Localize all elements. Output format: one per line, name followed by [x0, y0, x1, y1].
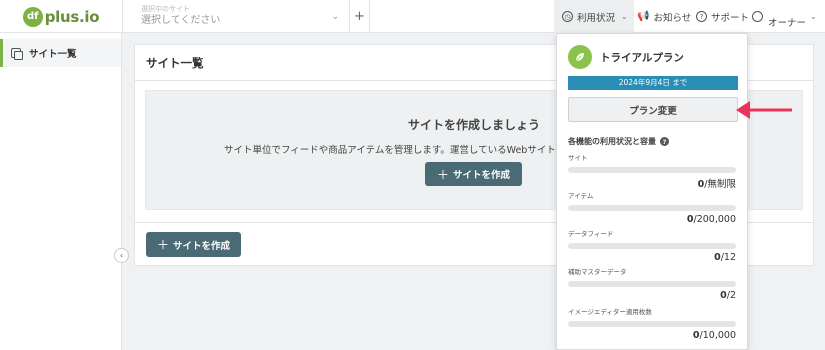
site-selector[interactable]: 選択中のサイト 選択してください ⌄: [122, 0, 350, 33]
metric-label: イメージエディター適用枚数: [568, 308, 652, 316]
plan-expiry: 2024年9月4日 まで: [568, 76, 738, 90]
create-site-button-label: サイトを作成: [453, 170, 511, 181]
metric-count: 0/2: [720, 290, 736, 301]
metric-master-data: 補助マスターデータ 0/2: [568, 266, 738, 301]
metric-count: 0/200,000: [686, 214, 736, 225]
notice-menu-button[interactable]: 📢 お知らせ: [637, 0, 691, 33]
chevron-left-icon: ‹: [119, 251, 124, 260]
sidebar-item-label: サイト一覧: [29, 49, 77, 60]
plan-header: トライアルプラン: [568, 45, 684, 69]
support-menu-button[interactable]: ? サポート: [696, 0, 749, 33]
usage-menu-button[interactable]: ◷ 利用状況 ⌄: [554, 0, 634, 33]
usage-progress-bar: [568, 243, 736, 249]
create-site-button-bottom[interactable]: ＋ サイトを作成: [146, 232, 241, 257]
metric-count: 0/10,000: [692, 330, 736, 341]
metric-label: データフィード: [568, 230, 614, 238]
sidebar-collapse-button[interactable]: ‹: [114, 248, 129, 263]
help-icon: ?: [696, 11, 707, 22]
support-menu-label: サポート: [711, 12, 750, 24]
notice-menu-label: お知らせ: [653, 12, 692, 24]
metric-label: 補助マスターデータ: [568, 268, 627, 276]
usage-progress-bar: [568, 167, 736, 173]
leaf-icon: [568, 45, 592, 69]
page-title: サイト一覧: [146, 56, 204, 70]
site-selector-value: 選択してください: [141, 15, 221, 26]
logo[interactable]: df plus.io: [0, 0, 122, 33]
usage-menu-label: 利用状況: [577, 12, 616, 24]
empty-state-title: サイトを作成しましょう: [408, 118, 541, 132]
metric-label: アイテム: [568, 192, 594, 200]
add-site-button[interactable]: +: [350, 0, 370, 33]
metric-image-editor: イメージエディター適用枚数 0/10,000: [568, 306, 738, 341]
metric-count: 0/無制限: [697, 179, 736, 190]
sidebar-item-site-list[interactable]: サイト一覧: [0, 39, 121, 67]
metric-items: アイテム 0/200,000: [568, 190, 738, 225]
usage-progress-bar: [568, 281, 736, 287]
usage-icon: ◷: [562, 11, 573, 22]
sidebar: サイト一覧: [0, 33, 122, 350]
usage-section-title-text: 各機能の利用状況と容量: [568, 137, 656, 146]
usage-progress-bar: [568, 205, 736, 211]
plus-icon: ＋: [156, 238, 169, 252]
chevron-down-icon: ⌄: [331, 12, 339, 22]
plan-name: トライアルプラン: [600, 51, 684, 64]
logo-mark: df: [22, 6, 43, 27]
user-menu-button[interactable]: オーナー ⌄: [752, 0, 817, 33]
bottom-create-wrap: ＋ サイトを作成: [146, 232, 241, 257]
metric-sites: サイト 0/無制限: [568, 152, 738, 190]
chevron-down-icon: ⌄: [810, 12, 817, 21]
create-site-button-bottom-label: サイトを作成: [173, 240, 231, 252]
metric-data-feeds: データフィード 0/12: [568, 228, 738, 263]
site-selector-label: 選択中のサイト: [141, 5, 190, 13]
metric-label: サイト: [568, 154, 588, 162]
annotation-arrow-icon: [736, 101, 792, 119]
megaphone-icon: 📢: [637, 11, 650, 22]
usage-dropdown: トライアルプラン 2024年9月4日 まで プラン変更 各機能の利用状況と容量 …: [556, 33, 748, 350]
logo-text: plus.io: [44, 7, 100, 26]
user-icon: [752, 11, 763, 22]
plus-icon: ＋: [436, 167, 449, 182]
metric-count: 0/12: [714, 252, 736, 263]
usage-section-title: 各機能の利用状況と容量 ?: [568, 136, 669, 147]
usage-progress-bar: [568, 321, 736, 327]
help-icon[interactable]: ?: [660, 137, 669, 146]
create-site-button[interactable]: ＋ サイトを作成: [425, 162, 522, 186]
empty-state-description: サイト単位でフィードや商品アイテムを管理します。運営しているWebサイト: [224, 145, 556, 156]
create-site-button-wrap: ＋ サイトを作成: [425, 162, 522, 186]
plan-change-button[interactable]: プラン変更: [568, 97, 738, 122]
copy-icon: [11, 48, 23, 60]
top-header: df plus.io 選択中のサイト 選択してください ⌄ + ◷ 利用状況 ⌄…: [0, 0, 825, 33]
chevron-down-icon: ⌄: [621, 12, 628, 21]
user-role-label: オーナー: [768, 17, 807, 29]
